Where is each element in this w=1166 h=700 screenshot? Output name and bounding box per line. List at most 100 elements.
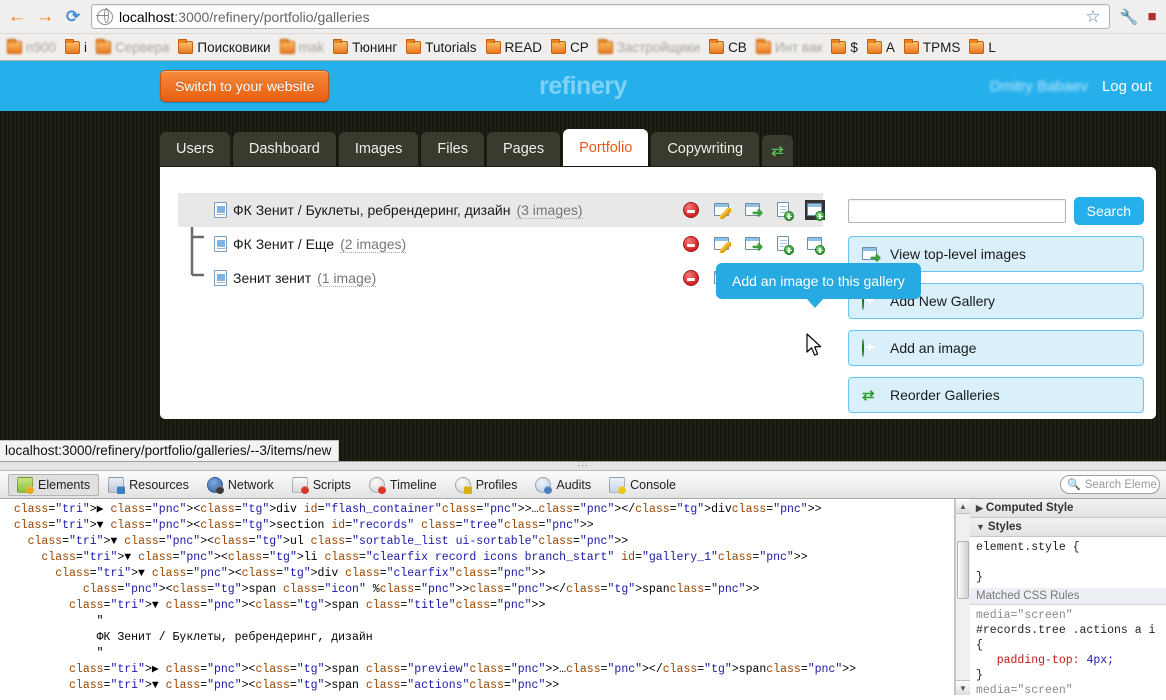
dom-tree-line[interactable]: class="tri">▼ class="pnc"><class="tg">di… (0, 566, 954, 582)
dom-tree-scrollbar[interactable]: ▲ ▼ (955, 499, 970, 695)
devtools-tab-label: Timeline (389, 477, 437, 492)
tab-pages[interactable]: Pages (487, 132, 561, 166)
dom-tree-line[interactable]: " (0, 614, 954, 630)
scrollbar-thumb[interactable] (957, 541, 969, 599)
extension-badge-icon[interactable]: ■ (1142, 7, 1162, 27)
dom-tree-line[interactable]: " (0, 646, 954, 662)
gallery-image-count[interactable]: (2 images) (340, 236, 407, 253)
tab-dashboard[interactable]: Dashboard (232, 132, 336, 166)
bookmark-item[interactable]: L (966, 38, 1001, 57)
dom-tree-line[interactable]: ФК Зенит / Буклеты, ребрендеринг, дизайн (0, 630, 954, 646)
tab-portfolio[interactable]: Portfolio (563, 129, 649, 166)
devtools-panel: ∶∶∶ Elements Resources Network Scripts Timel… (0, 460, 1166, 695)
edit-icon[interactable] (714, 202, 731, 219)
devtools-tab-profiles[interactable]: Profiles (446, 474, 527, 496)
bookmark-label: Застройщики (616, 39, 701, 55)
bookmark-item[interactable]: CP (548, 38, 594, 57)
bookmark-item[interactable]: Инт вак (753, 38, 828, 57)
dom-tree-line[interactable]: class="tri">▼ class="pnc"><class="tg">a … (0, 694, 954, 695)
devtools-tab-resources[interactable]: Resources (99, 474, 198, 496)
switch-to-website-button[interactable]: Switch to your website (160, 70, 330, 102)
gallery-image-count[interactable]: (1 image) (317, 270, 377, 287)
search-row: Search (848, 197, 1144, 225)
gallery-title[interactable]: ФК Зенит / Еще (233, 236, 334, 252)
side-button-label: Add an image (890, 340, 977, 356)
tab-copywriting[interactable]: Copywriting (651, 132, 760, 166)
tab-images[interactable]: Images (338, 132, 419, 166)
bookmark-item[interactable]: Застройщики (595, 38, 705, 57)
folder-icon (96, 38, 112, 54)
tab-users[interactable]: Users (160, 132, 230, 166)
devtools-tab-console[interactable]: Console (600, 474, 685, 496)
dom-tree-line[interactable]: class="pnc"><class="tg">span class="icon… (0, 582, 954, 598)
bookmark-item[interactable]: n900 (4, 38, 61, 57)
rule-property-1[interactable]: padding-top: (997, 654, 1080, 667)
devtools-search-box[interactable]: 🔍 Search Eleme (1060, 475, 1160, 494)
dom-tree-viewer[interactable]: class="tri">▶ class="pnc"><class="tg">di… (0, 499, 955, 695)
back-icon[interactable]: ← (4, 4, 30, 30)
search-button[interactable]: Search (1073, 197, 1144, 225)
bookmark-label: mak (298, 39, 325, 55)
add-image-icon[interactable] (807, 236, 825, 255)
edit-icon[interactable] (714, 236, 731, 253)
gallery-title[interactable]: Зенит зенит (233, 270, 311, 286)
styles-header[interactable]: ▼ Styles (970, 518, 1166, 537)
devtools-tab-timeline[interactable]: Timeline (360, 474, 446, 496)
devtools-tab-elements[interactable]: Elements (8, 473, 100, 496)
devtools-tab-label: Elements (38, 477, 91, 492)
computed-style-header[interactable]: ▶ Computed Style (970, 499, 1166, 518)
bookmark-item[interactable]: TPMS (901, 38, 966, 57)
add-page-icon[interactable] (776, 236, 794, 255)
view-icon[interactable]: ➜ (745, 202, 763, 219)
bookmark-item[interactable]: CB (706, 38, 752, 57)
bookmark-star-icon[interactable]: ☆ (1082, 6, 1104, 28)
bookmark-item[interactable]: mak (277, 38, 330, 57)
add-page-icon[interactable] (776, 202, 794, 221)
delete-icon[interactable] (683, 270, 699, 286)
dom-tree-line[interactable]: class="tri">▼ class="pnc"><class="tg">li… (0, 550, 954, 566)
tab-files[interactable]: Files (421, 132, 484, 166)
gallery-row[interactable]: ФК Зенит / Еще (2 images) ➜ (178, 227, 825, 261)
bookmark-item[interactable]: Тюнинг (330, 38, 402, 57)
dom-tree-line[interactable]: class="tri">▶ class="pnc"><class="tg">sp… (0, 662, 954, 678)
scroll-down-arrow[interactable]: ▼ (956, 680, 970, 695)
dom-tree-line[interactable]: class="tri">▶ class="pnc"><class="tg">di… (0, 502, 954, 518)
search-input[interactable] (848, 199, 1066, 223)
bookmark-item[interactable]: Tutorials (403, 38, 481, 57)
add-image-icon[interactable] (805, 200, 825, 221)
devtools-tab-audits[interactable]: Audits (526, 474, 600, 496)
reload-icon[interactable]: ⟳ (60, 4, 86, 30)
gallery-title[interactable]: ФК Зенит / Буклеты, ребрендеринг, дизайн (233, 202, 510, 218)
scroll-up-arrow[interactable]: ▲ (956, 499, 970, 514)
logout-link[interactable]: Log out (1102, 78, 1152, 95)
dom-tree-line[interactable]: class="tri">▼ class="pnc"><class="tg">sp… (0, 598, 954, 614)
devtools-tab-scripts[interactable]: Scripts (283, 474, 360, 496)
side-button-add-an-image[interactable]: Add an image (848, 330, 1144, 366)
bookmark-item[interactable]: Сервера (93, 38, 174, 57)
devtools-tab-network[interactable]: Network (198, 474, 283, 496)
gallery-row[interactable]: ФК Зенит / Буклеты, ребрендеринг, дизайн… (178, 193, 825, 227)
bookmark-item[interactable]: A (864, 38, 900, 57)
delete-icon[interactable] (683, 202, 699, 218)
bookmark-item[interactable]: Поисковики (175, 38, 275, 57)
devtools-resize-grip[interactable]: ∶∶∶ (0, 460, 1166, 471)
tab-reorder-shuffle[interactable]: ⇄ (762, 134, 793, 166)
dom-tree-line[interactable]: class="tri">▼ class="pnc"><class="tg">sp… (0, 678, 954, 694)
document-icon (214, 236, 227, 252)
view-icon[interactable]: ➜ (745, 236, 763, 253)
side-button-reorder-galleries[interactable]: ⇄ Reorder Galleries (848, 377, 1144, 413)
address-bar[interactable]: localhost:3000/refinery/portfolio/galler… (91, 4, 1110, 29)
gallery-title-group: ФК Зенит / Буклеты, ребрендеринг, дизайн… (214, 202, 583, 219)
bookmark-label: READ (504, 39, 543, 55)
rule-value-1[interactable]: 4px; (1086, 654, 1114, 667)
bookmark-item[interactable]: $ (828, 38, 863, 57)
wrench-icon[interactable]: 🔧 (1119, 7, 1139, 27)
forward-icon[interactable]: → (32, 4, 58, 30)
gallery-image-count[interactable]: (3 images) (516, 202, 583, 219)
dom-tree-line[interactable]: class="tri">▼ class="pnc"><class="tg">se… (0, 518, 954, 534)
url-host: localhost (119, 8, 175, 25)
delete-icon[interactable] (683, 236, 699, 252)
dom-tree-line[interactable]: class="tri">▼ class="pnc"><class="tg">ul… (0, 534, 954, 550)
bookmark-item[interactable]: i (62, 38, 92, 57)
bookmark-item[interactable]: READ (483, 38, 548, 57)
